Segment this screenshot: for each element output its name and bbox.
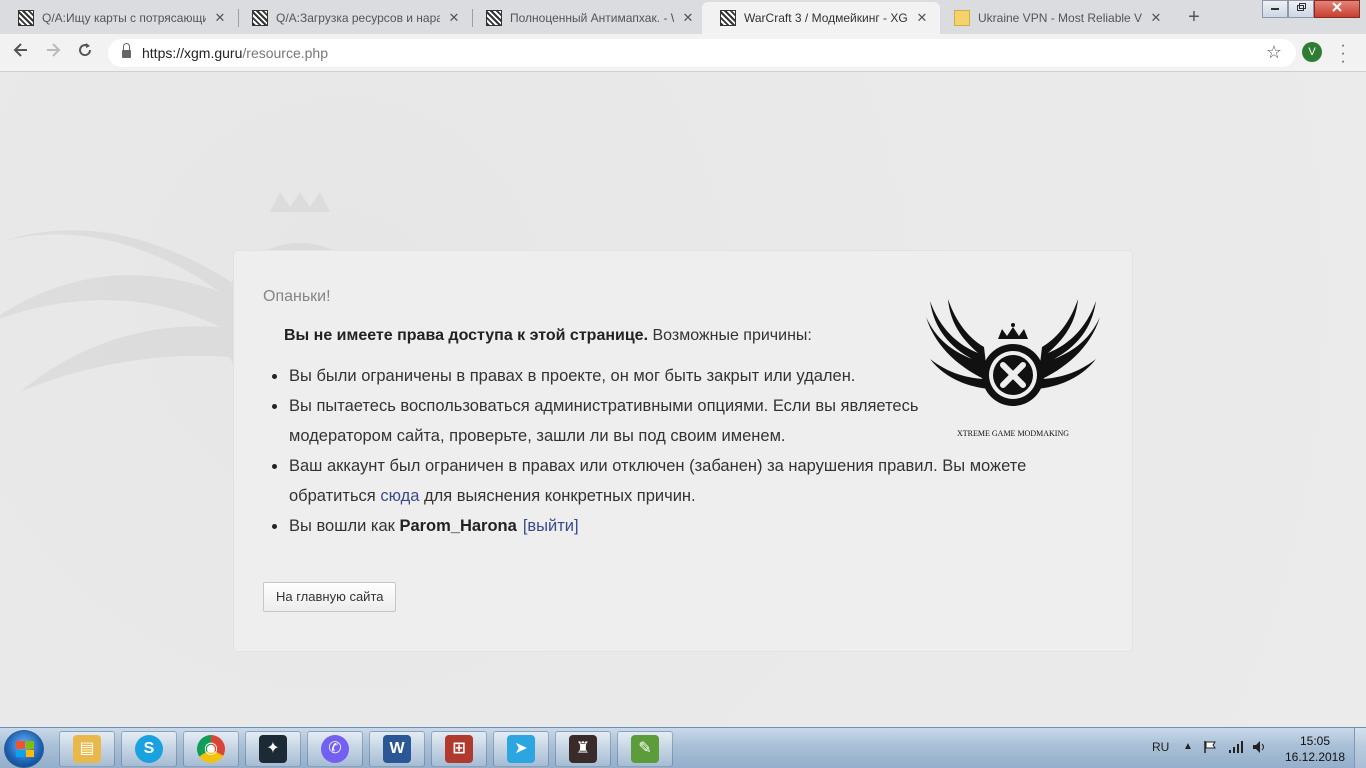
window-close-button[interactable] (1314, 0, 1360, 18)
forward-button[interactable] (40, 41, 66, 65)
xgm-icon (486, 10, 502, 26)
show-desktop-button[interactable] (1354, 728, 1366, 768)
url-text: https://xgm.guru/resource.php (142, 45, 328, 61)
close-icon[interactable]: ✕ (212, 10, 228, 26)
browser-tab-strip: Q/A:Ищу карты с потрясающи ✕ Q/A:Загрузк… (0, 0, 1366, 34)
taskbar-word[interactable]: W (369, 731, 425, 767)
list-item: Вы вошли как Parom_Harona [выйти] (272, 511, 1029, 541)
page-content: Опаньки! Вы не имеете права доступа к эт… (0, 72, 1366, 727)
logged-in-label: Вы вошли как (289, 517, 400, 535)
taskbar-network-app[interactable]: ⊞ (431, 731, 487, 767)
taskbar-viber[interactable]: ✆ (307, 731, 363, 767)
clock-time: 15:05 (1299, 734, 1331, 748)
home-button[interactable]: На главную сайта (263, 582, 397, 612)
access-denied-message: Вы не имеете права доступа к этой страни… (284, 327, 812, 345)
list-item: Вы пытаетесь воспользоваться администрат… (272, 391, 919, 451)
url-path: /resource.php (242, 45, 328, 61)
windows-logo-icon (16, 741, 34, 757)
maximize-button[interactable] (1288, 0, 1314, 18)
bookmark-star-icon[interactable]: ☆ (1266, 42, 1282, 63)
folder-icon: ▤ (73, 735, 101, 763)
language-indicator[interactable]: RU (1152, 740, 1169, 768)
arrow-left-icon (13, 43, 27, 57)
clock-date: 16.12.2018 (1284, 750, 1346, 764)
reason-text: для выяснения конкретных причин. (419, 487, 696, 505)
taskbar-game-app[interactable]: ✦ (245, 731, 301, 767)
taskbar-chrome[interactable]: ◉ (183, 731, 239, 767)
address-bar[interactable]: https://xgm.guru/resource.php ☆ (108, 39, 1296, 67)
network-app-icon: ⊞ (445, 735, 473, 763)
tab-title: Ukraine VPN - Most Reliable VP (978, 11, 1142, 25)
possible-reasons-label: Возможные причины: (648, 327, 812, 344)
username: Parom_Harona (399, 517, 517, 535)
close-icon[interactable]: ✕ (680, 10, 696, 26)
tray-flag-icon[interactable] (1203, 740, 1217, 768)
url-host: https://xgm.guru (142, 45, 243, 61)
reload-icon (79, 43, 92, 57)
arrow-right-icon (47, 43, 61, 57)
tab-title: WarCraft 3 / Модмейкинг - XGI (744, 11, 908, 25)
word-icon: W (383, 735, 411, 763)
contact-link[interactable]: сюда (380, 487, 419, 505)
restore-icon (1297, 3, 1306, 11)
logout-link[interactable]: [выйти] (523, 517, 579, 535)
close-icon[interactable]: ✕ (914, 10, 930, 26)
xgm-logo: XTREME GAME MODMAKING (926, 299, 1100, 438)
access-denied-bold: Вы не имеете права доступа к этой страни… (284, 327, 649, 344)
browser-menu-icon[interactable]: · · · (1338, 38, 1348, 70)
action-center-flag-icon (1204, 741, 1216, 753)
taskbar-editor-app[interactable]: ✎ (617, 731, 673, 767)
reasons-list: Вы были ограничены в правах в проекте, о… (272, 361, 1029, 541)
browser-tab-5[interactable]: Ukraine VPN - Most Reliable VP ✕ (936, 2, 1174, 34)
xgm-icon (18, 10, 34, 26)
network-signal-icon (1229, 741, 1243, 753)
new-tab-button[interactable]: + (1181, 5, 1207, 31)
tray-network-icon[interactable] (1228, 740, 1244, 768)
back-button[interactable] (8, 41, 34, 65)
start-button[interactable] (4, 730, 44, 768)
access-denied-card: Опаньки! Вы не имеете права доступа к эт… (233, 250, 1133, 652)
xgm-icon (720, 10, 736, 26)
tab-title: Q/A:Ищу карты с потрясающи (42, 11, 206, 25)
profile-avatar[interactable]: V (1302, 42, 1322, 62)
windows-taskbar: ▤ S ◉ ✦ ✆ W ⊞ ➤ ♜ ✎ RU ▲ 15:05 16.12.201… (0, 727, 1366, 768)
reason-text: Вы пытаетесь воспользоваться администрат… (289, 397, 919, 445)
tray-volume-icon[interactable] (1252, 740, 1268, 768)
game-app-icon: ✦ (259, 735, 287, 763)
system-clock[interactable]: 15:05 16.12.2018 (1280, 733, 1350, 765)
taskbar-explorer[interactable]: ▤ (59, 731, 115, 767)
viber-icon: ✆ (321, 735, 349, 763)
browser-tab-2[interactable]: Q/A:Загрузка ресурсов и нараб ✕ (234, 2, 472, 34)
tray-expand-icon[interactable]: ▲ (1183, 741, 1193, 768)
reason-text: Вы были ограничены в правах в проекте, о… (289, 367, 856, 385)
logo-caption: XTREME GAME MODMAKING (957, 429, 1069, 438)
reload-button[interactable] (72, 41, 98, 65)
taskbar-warcraft-app[interactable]: ♜ (555, 731, 611, 767)
vpn-icon (954, 10, 970, 26)
list-item: Ваш аккаунт был ограничен в правах или о… (272, 451, 1029, 511)
page-title: Опаньки! (263, 288, 331, 305)
editor-icon: ✎ (631, 735, 659, 763)
tab-title: Полноценный Антимапхак. - W (510, 11, 674, 25)
taskbar-skype[interactable]: S (121, 731, 177, 767)
xgm-icon (252, 10, 268, 26)
browser-tab-4-active[interactable]: WarCraft 3 / Модмейкинг - XGI ✕ (702, 2, 940, 34)
browser-tab-3[interactable]: Полноценный Антимапхак. - W ✕ (468, 2, 706, 34)
close-icon (1332, 2, 1342, 12)
minimize-icon (1271, 8, 1279, 10)
telegram-icon: ➤ (507, 735, 535, 763)
browser-tab-1[interactable]: Q/A:Ищу карты с потрясающи ✕ (0, 2, 238, 34)
skype-icon: S (135, 735, 163, 763)
list-item: Вы были ограничены в правах в проекте, о… (272, 361, 1029, 391)
lock-icon (122, 43, 131, 58)
minimize-button[interactable] (1262, 0, 1288, 18)
close-icon[interactable]: ✕ (446, 10, 462, 26)
speaker-icon (1253, 741, 1264, 753)
warcraft-icon: ♜ (569, 735, 597, 763)
close-icon[interactable]: ✕ (1148, 10, 1164, 26)
taskbar-telegram-app[interactable]: ➤ (493, 731, 549, 767)
chrome-icon: ◉ (197, 735, 225, 763)
tab-title: Q/A:Загрузка ресурсов и нараб (276, 11, 440, 25)
browser-toolbar: https://xgm.guru/resource.php ☆ V · · · (0, 34, 1366, 72)
